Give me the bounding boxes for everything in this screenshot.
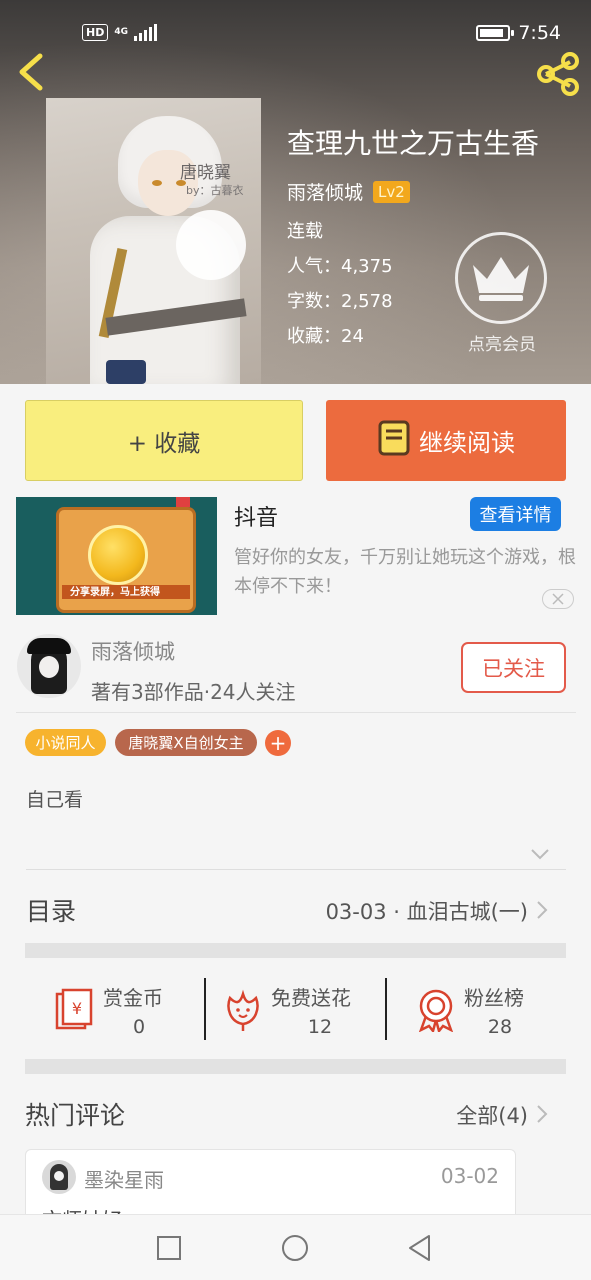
svg-text:¥: ¥ bbox=[72, 999, 82, 1018]
divider bbox=[26, 869, 566, 870]
section-separator bbox=[25, 1059, 566, 1074]
reward-value: 28 bbox=[487, 1016, 513, 1038]
latest-chapter: 03-03 · 血泪古城(一) bbox=[325, 900, 528, 924]
add-tag-button[interactable]: + bbox=[265, 730, 291, 756]
collect-button[interactable]: + 收藏 bbox=[25, 400, 303, 481]
comment-date: 03-02 bbox=[440, 1164, 499, 1188]
section-separator bbox=[25, 943, 566, 958]
medal-icon bbox=[413, 988, 459, 1034]
reward-label: 粉丝榜 bbox=[464, 986, 524, 1010]
ad-title: 抖音 bbox=[234, 506, 279, 531]
tag-chip[interactable]: 唐晓翼X自创女主 bbox=[115, 729, 257, 756]
flower-icon bbox=[220, 988, 266, 1032]
signal-icon bbox=[134, 23, 157, 41]
toc-label: 目录 bbox=[26, 897, 77, 926]
share-icon[interactable] bbox=[534, 52, 582, 96]
book-header: HD 4G 7:54 唐晓翼 by：古暮衣 查理九世之万古生香 雨落倾城 Lv2… bbox=[0, 0, 591, 384]
ad-banner[interactable]: 分享录屏，马上获得 抖音 查看详情 管好你的女友，千万别让她玩这个游戏，根本停不… bbox=[0, 497, 591, 619]
chevron-right-icon bbox=[535, 900, 549, 920]
vip-button[interactable]: 点亮会员 bbox=[455, 232, 549, 355]
divider bbox=[16, 712, 576, 713]
commenter-name: 墨染星雨 bbox=[84, 1168, 164, 1192]
recent-apps-icon[interactable] bbox=[154, 1233, 184, 1263]
author-card[interactable]: 雨落倾城 著有3部作品·24人关注 已关注 bbox=[0, 628, 591, 712]
author-avatar[interactable] bbox=[17, 634, 81, 698]
status-bar: HD 4G 7:54 bbox=[0, 0, 591, 64]
status-left: HD 4G bbox=[82, 23, 157, 41]
coin-icon bbox=[88, 525, 148, 585]
back-icon[interactable] bbox=[14, 52, 48, 92]
hot-comments-header[interactable]: 热门评论 全部(4) bbox=[0, 1088, 591, 1138]
network-type-label: 4G bbox=[114, 27, 128, 37]
chevron-right-icon bbox=[535, 1104, 549, 1124]
book-detail-screen: HD 4G 7:54 唐晓翼 by：古暮衣 查理九世之万古生香 雨落倾城 Lv2… bbox=[0, 0, 591, 1280]
fan-ranking-button[interactable]: 粉丝榜 28 bbox=[387, 962, 566, 1056]
back-nav-icon[interactable] bbox=[405, 1233, 435, 1263]
tag-chip[interactable]: 小说同人 bbox=[25, 729, 106, 756]
reward-label: 赏金币 bbox=[103, 986, 163, 1010]
ad-detail-button[interactable]: 查看详情 bbox=[470, 497, 561, 531]
ad-description: 管好你的女友，千万别让她玩这个游戏，根本停不下来！ bbox=[234, 547, 576, 597]
synopsis-text: 自己看 bbox=[26, 789, 84, 811]
reward-label: 免费送花 bbox=[271, 986, 351, 1010]
book-title: 查理九世之万古生香 bbox=[287, 127, 540, 160]
ad-image-caption: 分享录屏，马上获得 bbox=[70, 587, 160, 598]
chevron-down-icon[interactable] bbox=[530, 846, 550, 860]
crown-icon bbox=[455, 232, 547, 324]
commenter-avatar[interactable] bbox=[42, 1160, 76, 1194]
level-badge: Lv2 bbox=[373, 180, 410, 203]
battery-icon bbox=[476, 25, 515, 41]
clock: 7:54 bbox=[518, 22, 561, 44]
author-name[interactable]: 雨落倾城 bbox=[287, 178, 363, 205]
book-icon bbox=[377, 419, 411, 463]
cover-title: 唐晓翼 bbox=[180, 163, 231, 183]
table-of-contents-row[interactable]: 目录 03-03 · 血泪古城(一) bbox=[0, 880, 591, 940]
follow-button[interactable]: 已关注 bbox=[461, 642, 566, 693]
author-card-name: 雨落倾城 bbox=[91, 640, 175, 664]
reward-value: 0 bbox=[132, 1016, 146, 1038]
red-envelope-icon: ¥ bbox=[51, 988, 97, 1032]
status-right: 7:54 bbox=[476, 22, 561, 44]
author-row: 雨落倾城 Lv2 bbox=[287, 178, 539, 205]
reward-value: 12 bbox=[307, 1016, 333, 1038]
free-flower-button[interactable]: 免费送花 12 bbox=[206, 962, 386, 1056]
continue-reading-button[interactable]: 继续阅读 bbox=[326, 400, 566, 481]
hd-badge: HD bbox=[82, 24, 109, 41]
system-nav-bar bbox=[0, 1214, 591, 1280]
book-cover[interactable]: 唐晓翼 by：古暮衣 bbox=[46, 98, 261, 384]
author-card-meta: 著有3部作品·24人关注 bbox=[91, 680, 296, 704]
all-comments-link[interactable]: 全部(4) bbox=[456, 1100, 528, 1130]
ad-close-icon[interactable] bbox=[542, 589, 574, 609]
vip-label: 点亮会员 bbox=[468, 335, 536, 355]
home-icon[interactable] bbox=[280, 1233, 310, 1263]
cover-subtitle: by：古暮衣 bbox=[186, 184, 244, 197]
rewards-bar: ¥ 赏金币 0 免费送花 12 粉丝榜 28 bbox=[25, 962, 566, 1056]
hot-comments-label: 热门评论 bbox=[25, 1101, 126, 1130]
continue-reading-label: 继续阅读 bbox=[419, 429, 515, 457]
reward-gold-button[interactable]: ¥ 赏金币 0 bbox=[25, 962, 205, 1056]
ad-image[interactable]: 分享录屏，马上获得 bbox=[16, 497, 217, 615]
